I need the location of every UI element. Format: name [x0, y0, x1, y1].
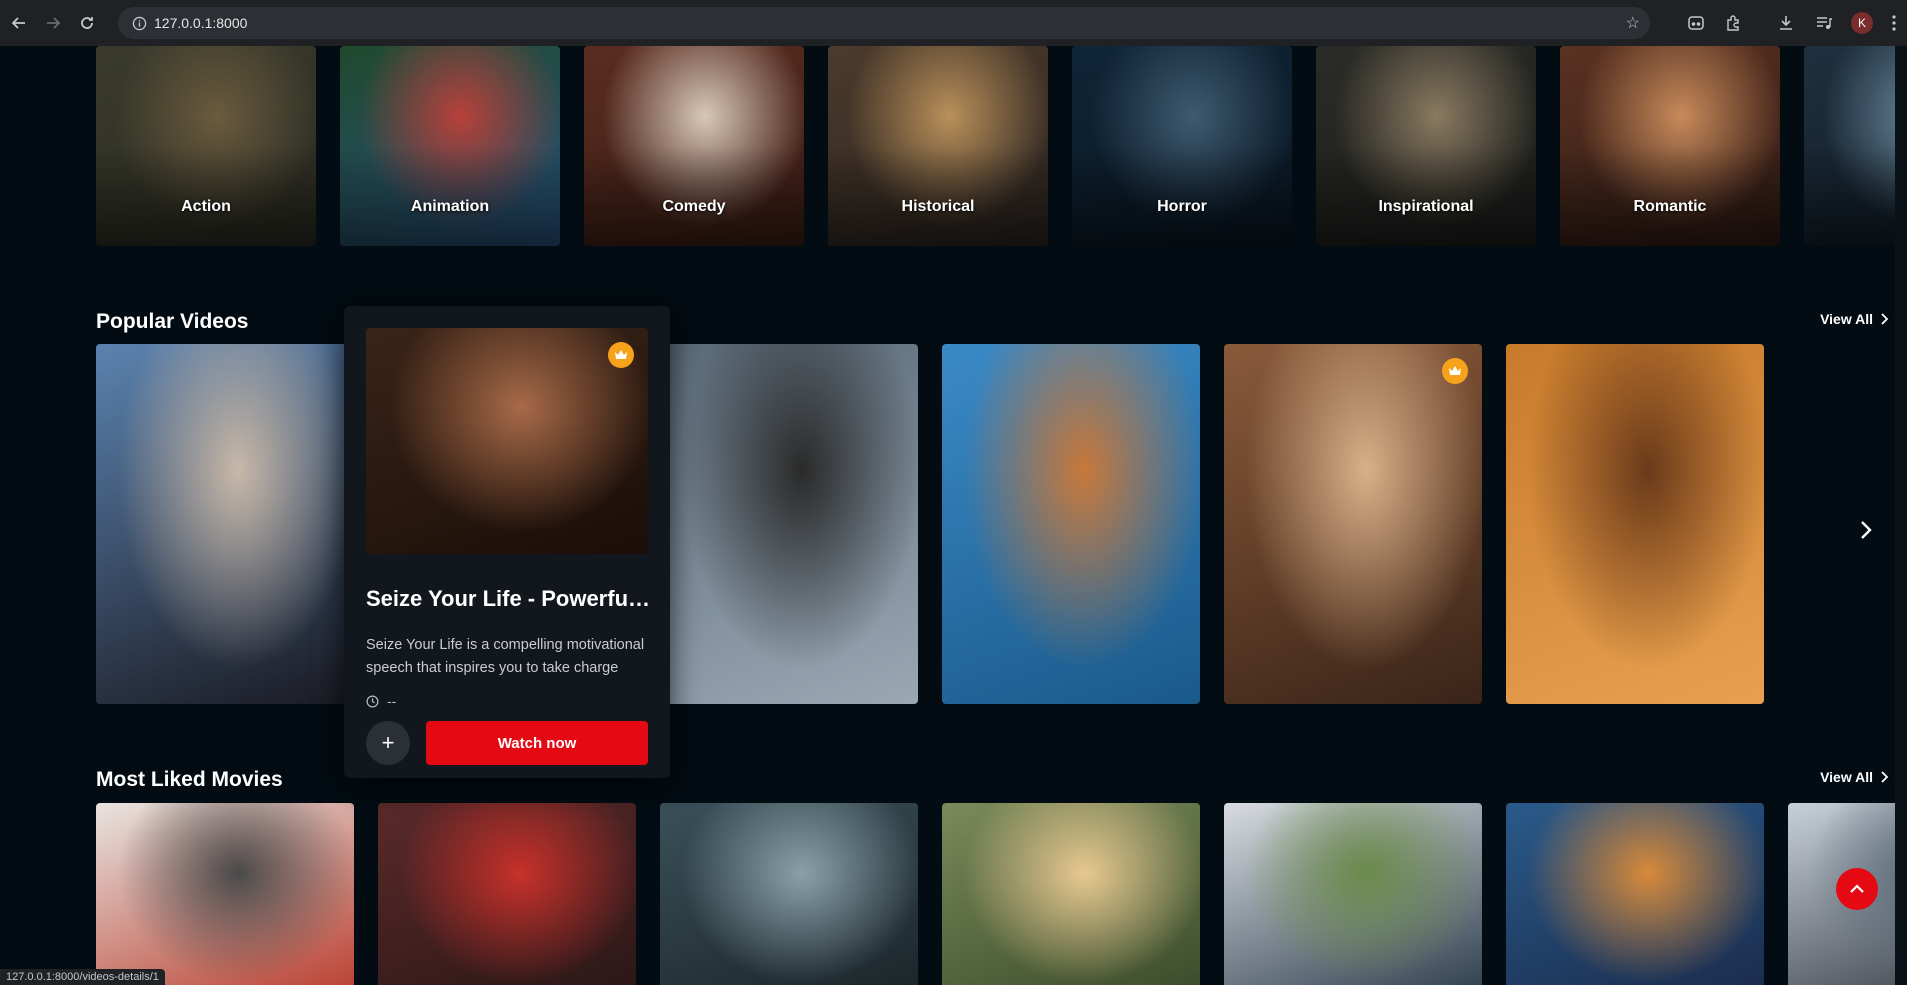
genre-card[interactable]: Action — [96, 46, 316, 246]
forward-icon[interactable] — [36, 6, 70, 40]
clock-icon — [366, 695, 379, 707]
duration-value: -- — [387, 693, 397, 709]
genre-card[interactable]: Comedy — [584, 46, 804, 246]
genre-label: Action — [181, 198, 231, 215]
genre-card[interactable]: Romantic — [1560, 46, 1780, 246]
genre-card[interactable]: Inspirational — [1316, 46, 1536, 246]
page-scrollbar[interactable] — [1895, 46, 1907, 985]
movie-poster-temple-ghost[interactable] — [660, 803, 918, 985]
genre-card-shade — [1072, 46, 1292, 246]
genre-card[interactable]: Th — [1804, 46, 1907, 246]
video-poster-action-woman[interactable] — [660, 344, 918, 704]
genre-card-shade — [1316, 46, 1536, 246]
genre-label: Historical — [901, 198, 975, 215]
genre-card-shade — [584, 46, 804, 246]
browser-toolbar: 127.0.0.1:8000 ☆ K — [0, 0, 1907, 46]
most-liked-row — [96, 803, 1907, 985]
genre-label: Animation — [410, 198, 490, 215]
chevron-right-icon — [1881, 771, 1889, 783]
genre-card[interactable]: Historical — [828, 46, 1048, 246]
profile-initial: K — [1851, 12, 1873, 34]
movie-poster-boy-with-staff[interactable] — [1506, 803, 1764, 985]
preview-duration: -- — [366, 693, 396, 709]
video-poster-fireplace-cat[interactable] — [1506, 344, 1764, 704]
popular-view-all-link[interactable]: View All — [1820, 311, 1889, 327]
media-queue-icon[interactable] — [1805, 6, 1843, 40]
genre-card-shade — [1804, 46, 1907, 246]
genre-card-shade — [1560, 46, 1780, 246]
menu-kebab-icon[interactable] — [1881, 6, 1907, 40]
movie-poster-fairy-tale-couple[interactable] — [942, 803, 1200, 985]
genre-card[interactable]: Horror — [1072, 46, 1292, 246]
reload-icon[interactable] — [70, 6, 104, 40]
incognito-icon[interactable] — [1677, 6, 1715, 40]
back-to-top-button[interactable] — [1836, 868, 1878, 910]
back-icon[interactable] — [2, 6, 36, 40]
video-poster-diner-crowd[interactable] — [1224, 344, 1482, 704]
genre-card-shade — [828, 46, 1048, 246]
status-bar-url: 127.0.0.1:8000/videos-details/1 — [0, 969, 165, 985]
genre-label: Th — [1804, 198, 1907, 216]
premium-crown-icon — [1442, 358, 1468, 384]
watch-now-button[interactable]: Watch now — [426, 721, 648, 765]
video-preview-card[interactable]: Seize Your Life - Powerful Motivational … — [344, 306, 670, 778]
video-poster-romance-couple[interactable] — [96, 344, 354, 704]
add-to-watchlist-button[interactable]: + — [366, 721, 410, 765]
view-all-label: View All — [1820, 311, 1873, 327]
bookmark-star-icon[interactable]: ☆ — [1626, 13, 1640, 33]
site-info-icon[interactable] — [124, 16, 154, 31]
view-all-label: View All — [1820, 769, 1873, 785]
preview-thumbnail[interactable] — [366, 328, 648, 554]
movie-poster-red-x-horror[interactable] — [378, 803, 636, 985]
address-bar[interactable]: 127.0.0.1:8000 ☆ — [118, 7, 1650, 39]
movie-poster-charlottes-curse[interactable] — [96, 803, 354, 985]
chevron-up-icon — [1850, 884, 1864, 893]
extensions-icon[interactable] — [1715, 6, 1753, 40]
popular-videos-title: Popular Videos — [96, 310, 249, 333]
slider-next-arrow-icon[interactable] — [1860, 520, 1872, 546]
premium-crown-icon — [608, 342, 634, 368]
page-content: Action Animation Comedy Historical Horror Ins… — [0, 46, 1907, 985]
genre-row: Action Animation Comedy Historical Horror Ins… — [96, 46, 1907, 246]
genre-card[interactable]: Animation — [340, 46, 560, 246]
download-icon[interactable] — [1767, 6, 1805, 40]
genre-label: Horror — [1157, 198, 1207, 215]
chevron-right-icon — [1881, 313, 1889, 325]
genre-label: Comedy — [662, 198, 726, 215]
url-text: 127.0.0.1:8000 — [154, 15, 248, 31]
video-poster-animated-friends[interactable] — [942, 344, 1200, 704]
genre-label: Inspirational — [1378, 198, 1474, 215]
preview-description: Seize Your Life is a compelling motivati… — [366, 637, 645, 676]
genre-card-shade — [96, 46, 316, 246]
profile-avatar[interactable]: K — [1843, 6, 1881, 40]
most-liked-view-all-link[interactable]: View All — [1820, 769, 1889, 785]
genre-card-shade — [340, 46, 560, 246]
preview-title: Seize Your Life - Powerful Motivational … — [366, 586, 656, 611]
movie-poster-run-with-purpose[interactable] — [1224, 803, 1482, 985]
genre-label: Romantic — [1633, 198, 1707, 215]
most-liked-title: Most Liked Movies — [96, 768, 283, 791]
